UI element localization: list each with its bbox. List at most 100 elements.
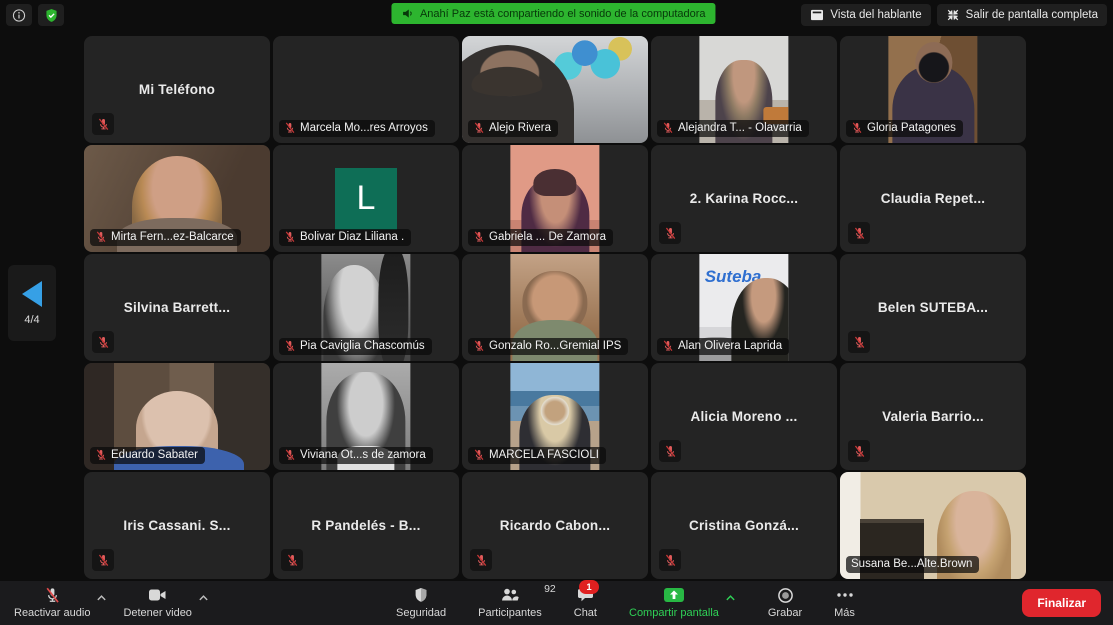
participant-tile[interactable]: Iris Cassani. S... xyxy=(84,472,270,579)
speaker-view-label: Vista del hablante xyxy=(830,9,921,21)
share-screen-button[interactable]: Compartir pantalla xyxy=(625,584,723,621)
participant-name: Viviana Ot...s de zamora xyxy=(300,449,426,461)
participant-tile[interactable]: Eduardo Sabater xyxy=(84,363,270,470)
speaker-view-button[interactable]: Vista del hablante xyxy=(801,4,930,26)
muted-mic-icon xyxy=(848,440,870,462)
unmute-audio-label: Reactivar audio xyxy=(14,607,90,619)
participants-count: 92 xyxy=(544,583,556,595)
muted-mic-icon xyxy=(473,122,485,134)
participant-name-label: Pia Caviglia Chascomús xyxy=(279,338,432,355)
participant-name-label: Eduardo Sabater xyxy=(90,447,205,464)
more-icon xyxy=(836,586,854,604)
muted-mic-icon xyxy=(284,340,296,352)
participant-tile[interactable]: Gonzalo Ro...Gremial IPS xyxy=(462,254,648,361)
security-label: Seguridad xyxy=(396,607,446,619)
participant-tile[interactable]: Valeria Barrio... xyxy=(840,363,1026,470)
record-icon xyxy=(777,586,794,604)
participant-tile[interactable]: Mi Teléfono xyxy=(84,36,270,143)
end-meeting-button[interactable]: Finalizar xyxy=(1022,589,1101,617)
participant-name-label: Bolivar Diaz Liliana . xyxy=(279,229,411,246)
participant-name-label: Alan Olivera Laprida xyxy=(657,338,789,355)
participant-tile[interactable]: Belen SUTEBA... xyxy=(840,254,1026,361)
left-arrow-icon xyxy=(22,281,42,307)
muted-mic-icon xyxy=(473,340,485,352)
stop-video-button[interactable]: Detener video xyxy=(119,584,196,621)
participant-name: Gabriela ... De Zamora xyxy=(489,231,606,243)
participant-name-label: Marcela Mo...res Arroyos xyxy=(279,120,435,137)
more-button[interactable]: Más xyxy=(830,584,859,621)
previous-gallery-page-button[interactable]: 4/4 xyxy=(8,265,56,341)
participant-tile[interactable]: Gloria Patagones xyxy=(840,36,1026,143)
participant-tile[interactable]: Cristina Gonzá... xyxy=(651,472,837,579)
muted-mic-icon xyxy=(662,340,674,352)
chat-button[interactable]: 1 Chat xyxy=(570,584,601,621)
participant-name: Marcela Mo...res Arroyos xyxy=(300,122,428,134)
participant-name-label: Susana Be...Alte.Brown xyxy=(846,556,979,573)
participant-name: Mirta Fern...ez-Balcarce xyxy=(111,231,234,243)
participant-name-label: Alejo Rivera xyxy=(468,120,558,137)
participant-name: MARCELA FASCIOLI xyxy=(489,449,599,461)
share-screen-label: Compartir pantalla xyxy=(629,607,719,619)
participant-avatar: L xyxy=(335,168,397,230)
page-indicator: 4/4 xyxy=(24,314,39,326)
participant-name-label: MARCELA FASCIOLI xyxy=(468,447,606,464)
participant-tile[interactable]: Pia Caviglia Chascomús xyxy=(273,254,459,361)
participant-tile[interactable]: Gabriela ... De Zamora xyxy=(462,145,648,252)
meeting-info-button[interactable] xyxy=(6,4,32,26)
chat-label: Chat xyxy=(574,607,597,619)
participant-tile[interactable]: Suteba Alan Olivera Laprida xyxy=(651,254,837,361)
muted-mic-icon xyxy=(473,449,485,461)
participant-name: Gonzalo Ro...Gremial IPS xyxy=(489,340,621,352)
participant-tile[interactable]: R Pandelés - B... xyxy=(273,472,459,579)
participant-tile[interactable]: Marcela Mo...res Arroyos xyxy=(273,36,459,143)
security-button[interactable]: Seguridad xyxy=(392,584,450,621)
participants-button[interactable]: 92 Participantes xyxy=(474,584,546,621)
participants-label: Participantes xyxy=(478,607,542,619)
gallery-grid: Mi Teléfono Marcela Mo...res Arroyos Ale… xyxy=(84,36,1026,579)
participant-tile[interactable]: Alejo Rivera xyxy=(462,36,648,143)
encryption-status-button[interactable] xyxy=(38,4,64,26)
participant-name: Eduardo Sabater xyxy=(111,449,198,461)
meeting-toolbar: Reactivar audio Detener video xyxy=(0,581,1113,625)
participant-tile[interactable]: Claudia Repet... xyxy=(840,145,1026,252)
share-screen-icon xyxy=(663,586,685,604)
participant-tile[interactable]: Alejandra T... - Olavarria xyxy=(651,36,837,143)
more-label: Más xyxy=(834,607,855,619)
participant-tile[interactable]: Silvina Barrett... xyxy=(84,254,270,361)
record-label: Grabar xyxy=(768,607,802,619)
exit-fullscreen-button[interactable]: Salir de pantalla completa xyxy=(937,4,1107,26)
participant-tile[interactable]: MARCELA FASCIOLI xyxy=(462,363,648,470)
muted-mic-icon xyxy=(662,122,674,134)
participant-tile[interactable]: Viviana Ot...s de zamora xyxy=(273,363,459,470)
participant-tile[interactable]: Mirta Fern...ez-Balcarce xyxy=(84,145,270,252)
record-button[interactable]: Grabar xyxy=(764,584,806,621)
video-options-chevron[interactable] xyxy=(196,584,213,605)
speaker-view-icon xyxy=(810,9,824,21)
participant-name: Susana Be...Alte.Brown xyxy=(851,558,972,570)
participants-icon xyxy=(500,586,520,604)
participant-name-label: Gabriela ... De Zamora xyxy=(468,229,613,246)
participant-name: Alejandra T... - Olavarria xyxy=(678,122,802,134)
audio-sharing-banner: Anahí Paz está compartiendo el sonido de… xyxy=(391,3,716,24)
unmute-audio-button[interactable]: Reactivar audio xyxy=(10,584,94,621)
participant-name-label: Gonzalo Ro...Gremial IPS xyxy=(468,338,628,355)
muted-mic-icon xyxy=(659,222,681,244)
participant-tile[interactable]: Ricardo Cabon... xyxy=(462,472,648,579)
muted-mic-icon xyxy=(851,122,863,134)
share-options-chevron[interactable] xyxy=(723,584,740,605)
muted-mic-icon xyxy=(284,449,296,461)
muted-mic-icon xyxy=(95,449,107,461)
exit-fullscreen-icon xyxy=(946,8,960,22)
zoom-meeting-window: Anahí Paz está compartiendo el sonido de… xyxy=(0,0,1113,625)
top-bar: Anahí Paz está compartiendo el sonido de… xyxy=(0,0,1113,30)
muted-mic-icon xyxy=(92,113,114,135)
mic-muted-icon xyxy=(44,586,61,604)
muted-mic-icon xyxy=(95,231,107,243)
participant-name-label: Viviana Ot...s de zamora xyxy=(279,447,433,464)
audio-options-chevron[interactable] xyxy=(94,584,111,605)
participant-tile[interactable]: L Bolivar Diaz Liliana . xyxy=(273,145,459,252)
participant-tile[interactable]: Susana Be...Alte.Brown xyxy=(840,472,1026,579)
participant-name: Alan Olivera Laprida xyxy=(678,340,782,352)
participant-tile[interactable]: 2. Karina Rocc... xyxy=(651,145,837,252)
participant-tile[interactable]: Alicia Moreno ... xyxy=(651,363,837,470)
